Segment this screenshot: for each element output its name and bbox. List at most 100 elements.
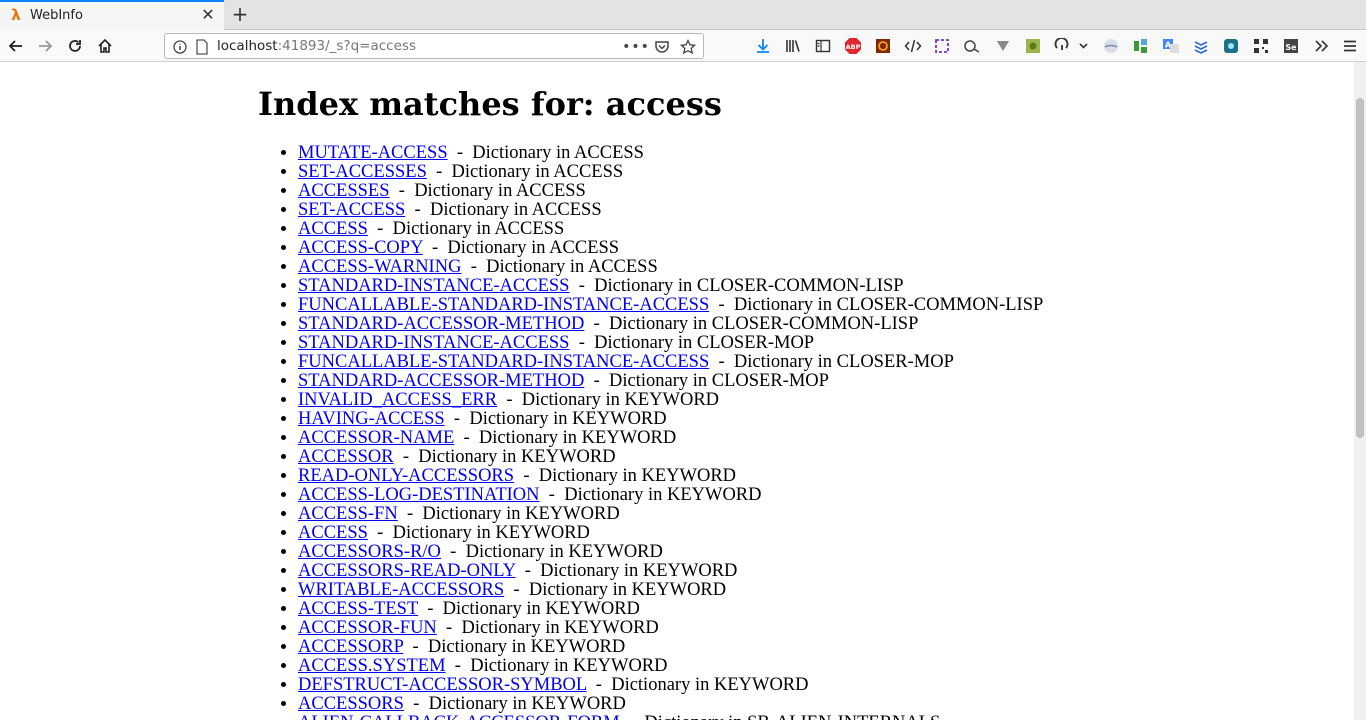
- result-link[interactable]: ACCESSOR: [298, 447, 394, 467]
- translate-icon[interactable]: A: [1160, 35, 1182, 57]
- library-icon[interactable]: [782, 35, 804, 57]
- layers-icon[interactable]: [1190, 35, 1212, 57]
- result-link[interactable]: ACCESS-FN: [298, 504, 398, 524]
- result-separator: -: [515, 561, 541, 581]
- list-item: FUNCALLABLE-STANDARD-INSTANCE-ACCESS - D…: [298, 353, 1043, 372]
- page-title: Index matches for: access: [258, 85, 722, 123]
- result-link[interactable]: ACCESSORS-READ-ONLY: [298, 561, 515, 581]
- sync-icon[interactable]: [1052, 35, 1090, 57]
- scrollbar-thumb[interactable]: [1356, 98, 1364, 438]
- result-link[interactable]: STANDARD-INSTANCE-ACCESS: [298, 333, 569, 353]
- adblock-icon[interactable]: ABP: [842, 35, 864, 57]
- selenium-icon[interactable]: Se: [1280, 35, 1302, 57]
- result-separator: -: [403, 694, 429, 714]
- extension-icon[interactable]: [872, 35, 894, 57]
- result-link[interactable]: SET-ACCESSES: [298, 162, 427, 182]
- result-link[interactable]: ALIEN-CALLBACK-ACCESSOR-FORM: [298, 713, 620, 720]
- result-description: Dictionary in ACCESS: [429, 200, 602, 220]
- result-separator: -: [709, 295, 734, 315]
- result-link[interactable]: ACCESS: [298, 523, 368, 543]
- list-item: ACCESSOR-FUN - Dictionary in KEYWORD: [298, 619, 1043, 638]
- result-link[interactable]: MUTATE-ACCESS: [298, 143, 448, 163]
- extension-icon[interactable]: [1100, 35, 1122, 57]
- list-item: ACCESSOR-NAME - Dictionary in KEYWORD: [298, 429, 1043, 448]
- result-link[interactable]: ACCESSORS-R/O: [298, 542, 441, 562]
- result-separator: -: [403, 637, 428, 657]
- result-description: Dictionary in KEYWORD: [470, 656, 668, 676]
- tab-webinfo[interactable]: λ WebInfo ✕: [0, 0, 224, 30]
- result-description: Dictionary in KEYWORD: [427, 637, 626, 657]
- result-description: Dictionary in KEYWORD: [528, 580, 727, 600]
- result-link[interactable]: STANDARD-ACCESSOR-METHOD: [298, 314, 584, 334]
- code-icon[interactable]: [902, 35, 924, 57]
- download-icon[interactable]: [752, 35, 774, 57]
- result-description: Dictionary in ACCESS: [414, 181, 586, 201]
- result-link[interactable]: ACCESSORS: [298, 694, 404, 714]
- result-link[interactable]: SET-ACCESS: [298, 200, 405, 220]
- page-icon: [193, 38, 211, 56]
- result-link[interactable]: ACCESSES: [298, 181, 390, 201]
- result-link[interactable]: INVALID_ACCESS_ERR: [298, 390, 497, 410]
- overflow-icon[interactable]: [1310, 35, 1332, 57]
- result-link[interactable]: HAVING-ACCESS: [298, 409, 445, 429]
- result-link[interactable]: ACCESS: [298, 219, 368, 239]
- list-item: ACCESS-WARNING - Dictionary in ACCESS: [298, 258, 1043, 277]
- result-link[interactable]: STANDARD-INSTANCE-ACCESS: [298, 276, 569, 296]
- result-separator: -: [367, 219, 393, 239]
- result-separator: -: [584, 371, 609, 391]
- result-link[interactable]: ACCESS-TEST: [298, 599, 418, 619]
- extension-icon[interactable]: [1130, 35, 1152, 57]
- result-link[interactable]: ACCESS-LOG-DESTINATION: [298, 485, 540, 505]
- url-path: :41893/_s?q=access: [277, 38, 416, 54]
- list-item: ACCESS-TEST - Dictionary in KEYWORD: [298, 600, 1043, 619]
- result-link[interactable]: ACCESS.SYSTEM: [298, 656, 446, 676]
- result-separator: -: [447, 143, 473, 163]
- tab-strip: λ WebInfo ✕ +: [0, 0, 1366, 30]
- sidebar-icon[interactable]: [812, 35, 834, 57]
- url-bar[interactable]: localhost:41893/_s?q=access •••: [164, 33, 704, 59]
- result-separator: -: [393, 447, 419, 467]
- result-separator: -: [569, 333, 595, 353]
- url-text[interactable]: localhost:41893/_s?q=access: [217, 38, 416, 54]
- forward-button[interactable]: [33, 34, 57, 58]
- result-link[interactable]: DEFSTRUCT-ACCESSOR-SYMBOL: [298, 675, 587, 695]
- result-link[interactable]: FUNCALLABLE-STANDARD-INSTANCE-ACCESS: [298, 295, 709, 315]
- info-icon[interactable]: [171, 38, 189, 56]
- list-item: DEFSTRUCT-ACCESSOR-SYMBOL - Dictionary i…: [298, 676, 1043, 695]
- nav-bar: localhost:41893/_s?q=access ••• ABP A Se: [0, 30, 1366, 62]
- close-icon[interactable]: ✕: [199, 5, 217, 25]
- result-link[interactable]: WRITABLE-ACCESSORS: [298, 580, 504, 600]
- list-item: INVALID_ACCESS_ERR - Dictionary in KEYWO…: [298, 391, 1043, 410]
- result-link[interactable]: FUNCALLABLE-STANDARD-INSTANCE-ACCESS: [298, 352, 709, 372]
- extension-icon[interactable]: [1220, 35, 1242, 57]
- list-item: FUNCALLABLE-STANDARD-INSTANCE-ACCESS - D…: [298, 296, 1043, 315]
- result-link[interactable]: READ-ONLY-ACCESSORS: [298, 466, 514, 486]
- result-link[interactable]: STANDARD-ACCESSOR-METHOD: [298, 371, 584, 391]
- extension-icon[interactable]: [1022, 35, 1044, 57]
- back-button[interactable]: [4, 34, 28, 58]
- new-tab-button[interactable]: +: [229, 2, 251, 26]
- menu-icon[interactable]: [1339, 35, 1361, 57]
- qr-icon[interactable]: [1250, 35, 1272, 57]
- bookmark-star-icon[interactable]: [679, 38, 697, 56]
- result-description: Dictionary in KEYWORD: [442, 599, 640, 619]
- scrollbar[interactable]: [1354, 62, 1366, 720]
- home-button[interactable]: [93, 34, 117, 58]
- arrow-right-icon: [39, 40, 53, 52]
- page-actions-icon[interactable]: •••: [622, 38, 649, 56]
- pocket-icon[interactable]: [653, 38, 671, 56]
- list-item: ACCESS - Dictionary in KEYWORD: [298, 524, 1043, 543]
- url-host: localhost: [217, 38, 278, 54]
- screenshot-icon[interactable]: [931, 35, 953, 57]
- result-link[interactable]: ACCESSOR-FUN: [298, 618, 437, 638]
- result-link[interactable]: ACCESSOR-NAME: [298, 428, 454, 448]
- extension-icon[interactable]: [961, 35, 983, 57]
- list-item: ACCESSORS - Dictionary in KEYWORD: [298, 695, 1043, 714]
- result-link[interactable]: ACCESS-WARNING: [298, 257, 461, 277]
- result-link[interactable]: ACCESS-COPY: [298, 238, 423, 258]
- list-item: ACCESS-FN - Dictionary in KEYWORD: [298, 505, 1043, 524]
- result-link[interactable]: ACCESSORP: [298, 637, 403, 657]
- result-description: Dictionary in KEYWORD: [478, 428, 677, 448]
- filter-icon[interactable]: [992, 35, 1014, 57]
- reload-button[interactable]: [63, 34, 87, 58]
